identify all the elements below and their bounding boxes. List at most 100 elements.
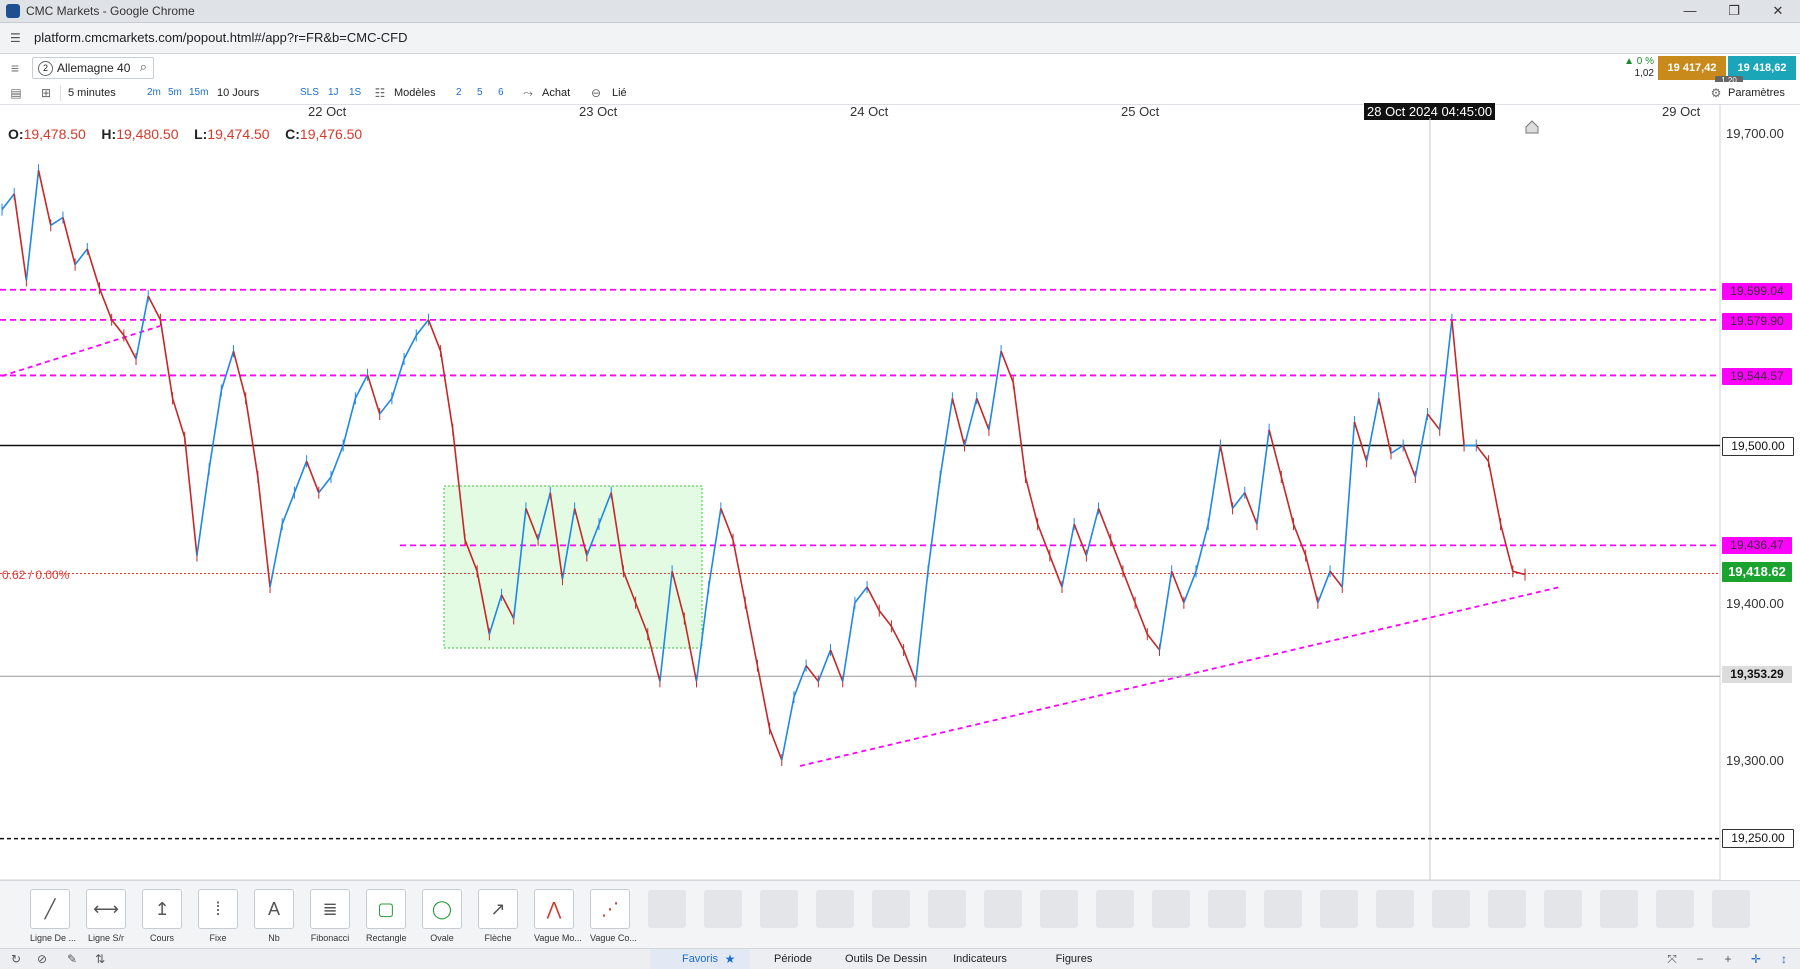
price-segment [1451,319,1465,446]
empty-tool-slot[interactable] [704,890,742,928]
price-segment [890,625,905,651]
price-segment [244,398,259,478]
price-segment [1049,555,1063,588]
tool-label: Fixe [209,933,227,943]
tool-sr-line[interactable]: ⟷ Ligne S/r [86,889,126,943]
empty-tool-slot[interactable] [1040,890,1078,928]
price-segment [1365,398,1380,462]
open-value: 19,478.50 [23,126,86,142]
tool-corrective-wave[interactable]: ⋰ Vague Co... [590,889,637,943]
empty-tool-slot[interactable] [984,890,1022,928]
magnet-icon[interactable]: ⇅ [92,951,108,967]
price-segment [1292,523,1307,556]
level-label-19250[interactable]: 19,250.00 [1722,829,1794,848]
refresh-icon[interactable]: ↻ [8,951,24,967]
tool-rectangle[interactable]: ▢ Rectangle [366,889,407,943]
high-value: 19,480.50 [116,126,179,142]
consolidation-rectangle[interactable] [443,485,703,649]
price-segment [1487,461,1502,525]
tool-vertical-line[interactable]: ⁞ Fixe [198,889,238,943]
level-label-19544[interactable]: 19,544.57 [1722,368,1792,385]
scale-icon[interactable]: ↕ [1776,951,1792,967]
level-label-19436[interactable]: 19,436.47 [1722,537,1792,554]
star-icon[interactable]: ★ [722,951,738,967]
empty-tool-slot[interactable] [1656,890,1694,928]
wave-icon: ⋀ [534,889,574,929]
tab-periode[interactable]: Période [745,949,841,969]
tool-motive-wave[interactable]: ⋀ Vague Mo... [534,889,582,943]
expand-icon[interactable]: ⤧ [1664,951,1680,967]
home-marker-icon[interactable] [1525,120,1539,134]
price-segment [1024,476,1039,525]
price-segment [86,248,101,289]
tool-trend-line[interactable]: ╱ Ligne De ... [30,889,77,943]
price-segment [1073,523,1088,556]
price-segment [366,374,381,415]
price-segment [318,476,332,494]
empty-tool-slot[interactable] [1432,890,1470,928]
price-segment [50,216,64,227]
price-segment [98,287,113,320]
empty-tool-slot[interactable] [1264,890,1302,928]
level-label-19353[interactable]: 19,353.29 [1722,666,1792,683]
tool-ellipse[interactable]: ◯ Ovale [422,889,462,943]
tool-arrow[interactable]: ↗ Flèche [478,889,518,943]
price-segment [1280,476,1295,525]
y-tick-label: 19,400.00 [1726,596,1784,611]
price-segment [111,319,125,336]
close-label: C: [285,126,300,142]
level-label-19599[interactable]: 19,599.04 [1722,283,1792,300]
tool-fibonacci[interactable]: ≣ Fibonacci [310,889,350,943]
tool-label: Ligne De ... [30,933,77,943]
y-tick-label: 19,700.00 [1726,126,1784,141]
pencil-icon[interactable]: ✎ [64,951,80,967]
price-segment [1231,492,1246,509]
empty-tool-slot[interactable] [760,890,798,928]
empty-tool-slot[interactable] [1208,890,1246,928]
zoom-out-icon[interactable]: − [1692,951,1708,967]
price-segment [74,248,88,266]
empty-tool-slot[interactable] [1376,890,1414,928]
price-segment [1390,444,1404,455]
empty-tool-slot[interactable] [816,890,854,928]
empty-tool-slot[interactable] [1152,890,1190,928]
price-segment [707,508,722,588]
tab-indicateurs[interactable]: Indicateurs [931,949,1029,969]
price-segment [780,696,795,761]
tab-figures[interactable]: Figures [1029,949,1119,969]
price-segment [1341,421,1356,588]
empty-tool-slot[interactable] [1600,890,1638,928]
tool-label: Vague Co... [590,933,637,943]
tool-label: Flèche [484,933,512,943]
empty-tool-slot[interactable] [1712,890,1750,928]
price-segment [1146,633,1161,651]
price-segment [439,351,454,430]
price-segment [866,586,880,611]
price-segment [1183,571,1197,604]
tool-label: Cours [149,933,174,943]
empty-tool-slot[interactable] [1096,890,1134,928]
tab-outils-de-dessin[interactable]: Outils De Dessin [841,949,931,969]
empty-tool-slot[interactable] [928,890,966,928]
level-label-19579[interactable]: 19,579.90 [1722,313,1792,330]
price-segment [1158,571,1173,651]
empty-tool-slot[interactable] [1320,890,1358,928]
price-segment [391,358,405,399]
tool-price-line[interactable]: ↥ Cours [142,889,182,943]
price-segment [1061,523,1075,588]
zoom-in-icon[interactable]: + [1720,951,1736,967]
empty-tool-slot[interactable] [872,890,910,928]
no-entry-icon[interactable]: ⊘ [34,951,50,967]
empty-tool-slot[interactable] [648,890,686,928]
price-segment [305,460,320,493]
empty-tool-slot[interactable] [1544,890,1582,928]
trendline-upper-left[interactable] [1,325,161,377]
empty-tool-slot[interactable] [1488,890,1526,928]
crosshair-icon[interactable]: ✛ [1748,951,1764,967]
price-segment [1097,508,1112,541]
y-tick-label: 19,300.00 [1726,753,1784,768]
price-segment [135,295,149,360]
corrective-wave-icon: ⋰ [590,889,630,929]
tool-text[interactable]: A Nb [254,889,294,943]
level-label-19500[interactable]: 19,500.00 [1722,437,1794,456]
